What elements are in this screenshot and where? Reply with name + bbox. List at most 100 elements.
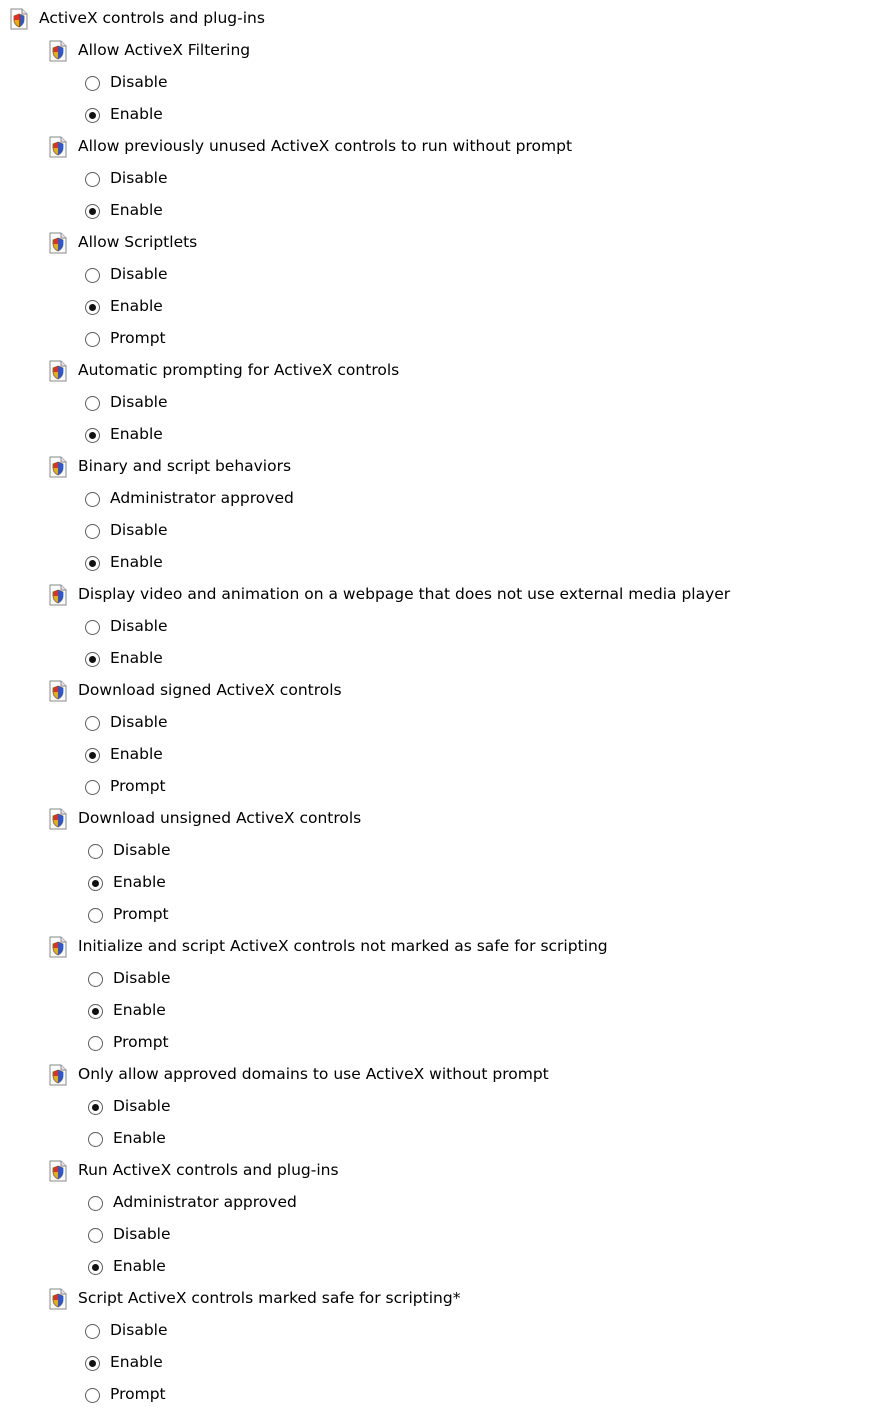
option-download-signed-activex-controls-prompt[interactable]: Prompt	[0, 771, 887, 803]
option-allow-previously-unused-activex-controls-to-run-without-prompt-disable[interactable]: Disable	[0, 163, 887, 195]
radio-button[interactable]	[85, 715, 100, 731]
option-download-signed-activex-controls-enable[interactable]: Enable	[0, 739, 887, 771]
option-label[interactable]: Enable	[110, 1355, 163, 1371]
option-automatic-prompting-for-activex-controls-enable[interactable]: Enable	[0, 419, 887, 451]
radio-button[interactable]	[88, 1131, 103, 1147]
option-label[interactable]: Administrator approved	[113, 1195, 297, 1211]
radio-button[interactable]	[88, 907, 103, 923]
option-download-unsigned-activex-controls-enable[interactable]: Enable	[0, 867, 887, 899]
option-label[interactable]: Enable	[110, 107, 163, 123]
radio-button[interactable]	[85, 267, 100, 283]
option-display-video-and-animation-on-a-webpage-that-does-not-use-external-media-player-enable[interactable]: Enable	[0, 643, 887, 675]
setting-label: Allow previously unused ActiveX controls…	[78, 137, 573, 156]
option-label[interactable]: Enable	[113, 1003, 166, 1019]
option-label[interactable]: Disable	[110, 619, 168, 635]
option-automatic-prompting-for-activex-controls-disable[interactable]: Disable	[0, 387, 887, 419]
radio-button[interactable]	[85, 203, 100, 219]
radio-button[interactable]	[85, 491, 100, 507]
option-label[interactable]: Disable	[110, 171, 168, 187]
radio-button[interactable]	[88, 1035, 103, 1051]
setting-label: Download signed ActiveX controls	[78, 681, 342, 700]
option-run-activex-controls-and-plug-ins-administrator-approved[interactable]: Administrator approved	[0, 1187, 887, 1219]
option-script-activex-controls-marked-safe-for-scripting-enable[interactable]: Enable	[0, 1347, 887, 1379]
option-allow-scriptlets-enable[interactable]: Enable	[0, 291, 887, 323]
radio-button[interactable]	[88, 1259, 103, 1275]
option-label[interactable]: Prompt	[113, 1035, 169, 1051]
option-label[interactable]: Disable	[113, 843, 171, 859]
option-download-signed-activex-controls-disable[interactable]: Disable	[0, 707, 887, 739]
option-label[interactable]: Disable	[113, 971, 171, 987]
option-allow-scriptlets-disable[interactable]: Disable	[0, 259, 887, 291]
option-label[interactable]: Enable	[113, 1131, 166, 1147]
option-binary-and-script-behaviors-enable[interactable]: Enable	[0, 547, 887, 579]
radio-button[interactable]	[85, 395, 100, 411]
option-initialize-and-script-activex-controls-not-marked-as-safe-for-scripting-prompt[interactable]: Prompt	[0, 1027, 887, 1059]
option-only-allow-approved-domains-to-use-activex-without-prompt-disable[interactable]: Disable	[0, 1091, 887, 1123]
radio-button[interactable]	[85, 523, 100, 539]
radio-button[interactable]	[88, 843, 103, 859]
option-label[interactable]: Disable	[113, 1227, 171, 1243]
option-label[interactable]: Enable	[113, 1259, 166, 1275]
option-label[interactable]: Prompt	[110, 331, 166, 347]
option-allow-activex-filtering-disable[interactable]: Disable	[0, 67, 887, 99]
radio-button[interactable]	[85, 299, 100, 315]
option-label[interactable]: Enable	[110, 651, 163, 667]
option-display-video-and-animation-on-a-webpage-that-does-not-use-external-media-player-disable[interactable]: Disable	[0, 611, 887, 643]
radio-button[interactable]	[85, 619, 100, 635]
radio-button[interactable]	[88, 971, 103, 987]
radio-button[interactable]	[85, 107, 100, 123]
option-label[interactable]: Prompt	[110, 1387, 166, 1403]
option-label[interactable]: Enable	[110, 427, 163, 443]
option-only-allow-approved-domains-to-use-activex-without-prompt-enable[interactable]: Enable	[0, 1123, 887, 1155]
option-label[interactable]: Prompt	[113, 907, 169, 923]
option-initialize-and-script-activex-controls-not-marked-as-safe-for-scripting-disable[interactable]: Disable	[0, 963, 887, 995]
radio-button[interactable]	[85, 1387, 100, 1403]
radio-button[interactable]	[85, 1355, 100, 1371]
settings-shield-icon	[47, 584, 69, 606]
option-label[interactable]: Disable	[110, 1323, 168, 1339]
option-label[interactable]: Disable	[113, 1099, 171, 1115]
option-label[interactable]: Disable	[110, 267, 168, 283]
radio-button[interactable]	[88, 1099, 103, 1115]
option-allow-previously-unused-activex-controls-to-run-without-prompt-enable[interactable]: Enable	[0, 195, 887, 227]
radio-button[interactable]	[88, 875, 103, 891]
radio-button[interactable]	[85, 1323, 100, 1339]
option-allow-scriptlets-prompt[interactable]: Prompt	[0, 323, 887, 355]
option-binary-and-script-behaviors-disable[interactable]: Disable	[0, 515, 887, 547]
option-label[interactable]: Enable	[110, 203, 163, 219]
setting-allow-previously-unused-activex-controls-to-run-without-prompt: Allow previously unused ActiveX controls…	[0, 131, 887, 163]
option-label[interactable]: Disable	[110, 715, 168, 731]
option-script-activex-controls-marked-safe-for-scripting-prompt[interactable]: Prompt	[0, 1379, 887, 1411]
option-label[interactable]: Prompt	[110, 779, 166, 795]
option-run-activex-controls-and-plug-ins-disable[interactable]: Disable	[0, 1219, 887, 1251]
option-label[interactable]: Disable	[110, 75, 168, 91]
settings-shield-icon	[47, 456, 69, 478]
option-label[interactable]: Enable	[110, 747, 163, 763]
radio-button[interactable]	[85, 427, 100, 443]
settings-shield-icon	[47, 936, 69, 958]
option-script-activex-controls-marked-safe-for-scripting-disable[interactable]: Disable	[0, 1315, 887, 1347]
radio-button[interactable]	[85, 75, 100, 91]
option-initialize-and-script-activex-controls-not-marked-as-safe-for-scripting-enable[interactable]: Enable	[0, 995, 887, 1027]
option-label[interactable]: Enable	[110, 299, 163, 315]
radio-button[interactable]	[88, 1195, 103, 1211]
option-label[interactable]: Disable	[110, 395, 168, 411]
radio-button[interactable]	[85, 171, 100, 187]
setting-download-unsigned-activex-controls: Download unsigned ActiveX controls	[0, 803, 887, 835]
option-allow-activex-filtering-enable[interactable]: Enable	[0, 99, 887, 131]
radio-button[interactable]	[85, 747, 100, 763]
option-download-unsigned-activex-controls-disable[interactable]: Disable	[0, 835, 887, 867]
option-label[interactable]: Disable	[110, 523, 168, 539]
radio-button[interactable]	[85, 555, 100, 571]
option-run-activex-controls-and-plug-ins-enable[interactable]: Enable	[0, 1251, 887, 1283]
radio-button[interactable]	[88, 1227, 103, 1243]
radio-button[interactable]	[85, 651, 100, 667]
radio-button[interactable]	[85, 779, 100, 795]
option-label[interactable]: Administrator approved	[110, 491, 294, 507]
option-binary-and-script-behaviors-administrator-approved[interactable]: Administrator approved	[0, 483, 887, 515]
option-download-unsigned-activex-controls-prompt[interactable]: Prompt	[0, 899, 887, 931]
option-label[interactable]: Enable	[110, 555, 163, 571]
option-label[interactable]: Enable	[113, 875, 166, 891]
radio-button[interactable]	[85, 331, 100, 347]
radio-button[interactable]	[88, 1003, 103, 1019]
